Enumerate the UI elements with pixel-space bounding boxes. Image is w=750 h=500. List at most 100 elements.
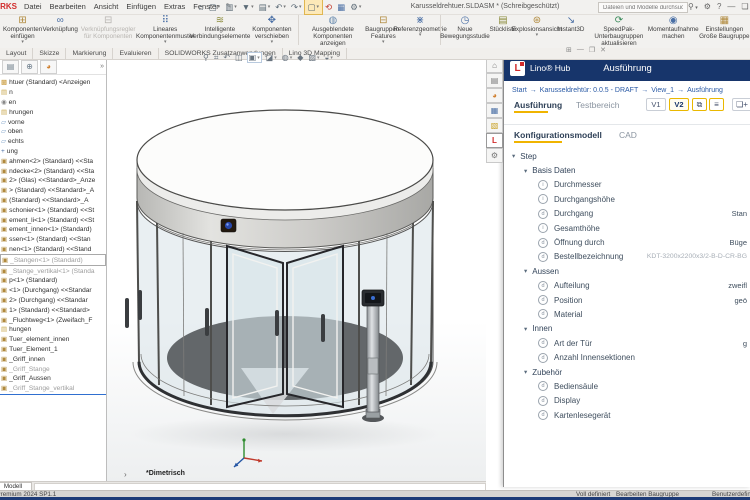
step-field-durchgang[interactable]: dDurchgangStan [504, 207, 750, 221]
rebuild-icon[interactable]: ⟲ [323, 0, 335, 14]
view-settings-icon[interactable]: ◒▾ [324, 53, 334, 62]
redo-icon[interactable]: ↷▾ [288, 0, 304, 14]
select-icon[interactable]: ▢▾ [304, 0, 323, 15]
section-view-icon[interactable]: ◫ [234, 53, 244, 62]
breadcrumb-start[interactable]: Start [512, 87, 527, 94]
edit-appearance-icon[interactable]: ◆ [296, 53, 304, 62]
step-field-durchgangshöhe[interactable]: iDurchgangshöhe [504, 192, 750, 206]
ribbon-verknüpfung[interactable]: ∞Verknüpfung [43, 14, 77, 47]
collapse-icon[interactable]: ▾ [524, 325, 527, 333]
tree-item[interactable]: ▤hungen [0, 325, 106, 335]
ribbon-intelligente-verbindungselemente[interactable]: ≋Intelligente Verbindungselemente [191, 14, 248, 47]
tree-item[interactable]: ▩htuer (Standard) <Anzeigen [0, 78, 106, 88]
taskpane-design-library-icon[interactable]: ▤ [486, 73, 503, 88]
step-field-art-der-tür[interactable]: dArt der Türg [504, 336, 750, 350]
step-field-bediensäule[interactable]: dBediensäule [504, 379, 750, 393]
zoom-area-icon[interactable]: ⌗ [213, 53, 220, 63]
tree-item[interactable]: ▣nen<1> (Standard) <<Stand [0, 245, 106, 255]
ribbon-referenzgeometrie[interactable]: ⋇Referenzgeometrie▾ [403, 14, 438, 47]
tree-item[interactable]: ▣> (Standard) <<Standard>_A [0, 186, 106, 196]
model-sensor[interactable] [221, 219, 236, 232]
apply-scene-icon[interactable]: ▨▾ [307, 53, 320, 62]
menu-einfügen[interactable]: Einfügen [122, 0, 160, 14]
print-icon[interactable]: ▤▾ [256, 0, 273, 14]
tree-item[interactable]: ▣_Griff_Aussen [0, 374, 106, 384]
step-group-innen[interactable]: ▾Innen [504, 322, 750, 336]
options-icon[interactable]: ⚙▾ [348, 0, 364, 14]
menu-datei[interactable]: Datei [20, 0, 46, 14]
taskpane-home-icon[interactable]: ⌂ [486, 58, 503, 73]
ribbon-speedpak-unterbaugruppen-aktualisieren[interactable]: ⟳SpeedPak-Unterbaugruppen aktualisieren [588, 14, 650, 47]
step-field-aufteilung[interactable]: dAufteilungzweifl [504, 279, 750, 293]
step-field-material[interactable]: dMaterial [504, 307, 750, 321]
step-field-öffnung-durch[interactable]: dÖffnung durchBüge [504, 235, 750, 249]
tree-item[interactable]: ▣<1> (Durchgang) <<Standar [0, 286, 106, 296]
collapse-icon[interactable]: ▾ [524, 368, 527, 376]
tree-item[interactable]: ▤n [0, 88, 106, 98]
menu-ansicht[interactable]: Ansicht [90, 0, 123, 14]
tree-item[interactable]: ▣schonier<1> (Standard) <<St [0, 205, 106, 215]
tree-item[interactable]: ▣ement_li<1> (Standard) <<St [0, 215, 106, 225]
tree-item[interactable]: ▣_Fluchtweg<1> (Zweifach_F [0, 315, 106, 325]
tree-flyout-chevron-icon[interactable]: › [124, 470, 127, 479]
tree-item[interactable]: ▣ement_innen<1> (Standard) [0, 225, 106, 235]
tab-evaluieren[interactable]: Evaluieren [113, 48, 158, 59]
tree-item[interactable]: ▣_Griff_Stange [0, 364, 106, 374]
breadcrumb-ausführung[interactable]: Ausführung [687, 87, 723, 94]
step-field-display[interactable]: dDisplay [504, 394, 750, 408]
model-door-leaf-right[interactable] [287, 246, 343, 407]
tab-markierung[interactable]: Markierung [66, 48, 113, 59]
model-canopy-top[interactable] [137, 110, 433, 210]
ribbon-lineares-komponentenmuster[interactable]: ⠿Lineares Komponentenmuster▾ [139, 14, 191, 47]
previous-view-icon[interactable]: ↶ [222, 53, 231, 62]
tree-item[interactable]: ▣ndecke<2> (Standard) <<Sta [0, 166, 106, 176]
save-icon[interactable]: ▼▾ [239, 0, 256, 14]
tab-skizze[interactable]: Skizze [33, 48, 66, 59]
ribbon-komponenten-verschieben[interactable]: ✥Komponenten verschieben▾ [248, 14, 295, 47]
search-icon[interactable]: ⚲ ▾ [688, 0, 698, 15]
tree-item[interactable]: ◉en [0, 98, 106, 108]
tab-testbereich[interactable]: Testbereich [576, 100, 619, 110]
tree-item[interactable]: ▣p<1> (Standard) [0, 276, 106, 286]
step-group-zubehör[interactable]: ▾Zubehör [504, 365, 750, 379]
breadcrumb-karusseldrehtür-0-0-5-draft[interactable]: Karusseldrehtür: 0.0.5 - DRAFT [540, 87, 638, 94]
step-field-anzahl-innensektionen[interactable]: dAnzahl Innensektionen [504, 350, 750, 364]
ribbon-ausgeblendete-komponenten-anzeigen[interactable]: ◍Ausgeblendete Komponenten anzeigen [302, 14, 364, 47]
ribbon-explosionsansicht[interactable]: ⊛Explosionsansicht▾ [520, 14, 554, 47]
step-field-position[interactable]: dPositiongeö [504, 293, 750, 307]
help-icon[interactable]: ? [717, 0, 721, 15]
propertymanager-tab-icon[interactable]: ⊕ [21, 60, 38, 74]
file-properties-icon[interactable]: ▦ [335, 0, 348, 14]
home-icon[interactable]: ⌂ [196, 0, 206, 14]
undo-icon[interactable]: ↶▾ [273, 0, 289, 14]
tree-item[interactable]: +ung [0, 147, 106, 157]
tree-item[interactable]: ▣Tuer_element_innen [0, 335, 106, 345]
new-document-button[interactable]: ❏+ [732, 98, 750, 111]
taskpane-lino-hub-icon[interactable]: L [486, 133, 503, 148]
model-revolving-door[interactable] [105, 62, 505, 482]
step-field-bestellbezeichnung[interactable]: dBestellbezeichnungKDT-3200x2200x3/2-B-D… [504, 250, 750, 264]
hide-show-items-icon[interactable]: ◍▾ [281, 53, 294, 62]
breadcrumb-view-1[interactable]: View_1 [651, 87, 674, 94]
doc-restore-icon[interactable]: ❐ [589, 46, 595, 54]
tree-item[interactable]: ▣(Standard) <<Standard>_A [0, 196, 106, 206]
model-door-leaf-left[interactable] [227, 246, 283, 407]
zoom-fit-icon[interactable]: ⚲ [202, 53, 210, 62]
ribbon-einstellungen-große-baugruppe[interactable]: ▦Einstellungen Große Baugruppe [697, 14, 750, 47]
doc-minimize-icon[interactable]: — [577, 46, 584, 54]
step-field-kartenlesegerät[interactable]: dKartenlesegerät [504, 408, 750, 422]
ribbon-momentaufnahme-machen[interactable]: ◉Momentaufnahme machen [650, 14, 697, 47]
doc-close-icon[interactable]: ✕ [600, 46, 606, 54]
tree-item[interactable]: ▣ahmen<2> (Standard) <<Sta [0, 156, 106, 166]
tree-item[interactable]: ▣1> (Standard) <<Standard> [0, 305, 106, 315]
tree-item[interactable]: ▱vorne [0, 117, 106, 127]
collapse-icon[interactable]: ▾ [512, 152, 515, 160]
menu-bearbeiten[interactable]: Bearbeiten [46, 0, 90, 14]
taskpane-view-palette-icon[interactable]: ▦ [486, 103, 503, 118]
search-box[interactable] [598, 2, 688, 13]
tree-item[interactable]: ▣_Griff_Stange_vertikal [0, 384, 106, 395]
new-document-icon[interactable]: ▢▾ [206, 0, 223, 14]
copy-button[interactable]: ⧉ [692, 98, 707, 111]
search-input[interactable] [601, 4, 685, 12]
collapse-icon[interactable]: ▾ [524, 267, 527, 275]
